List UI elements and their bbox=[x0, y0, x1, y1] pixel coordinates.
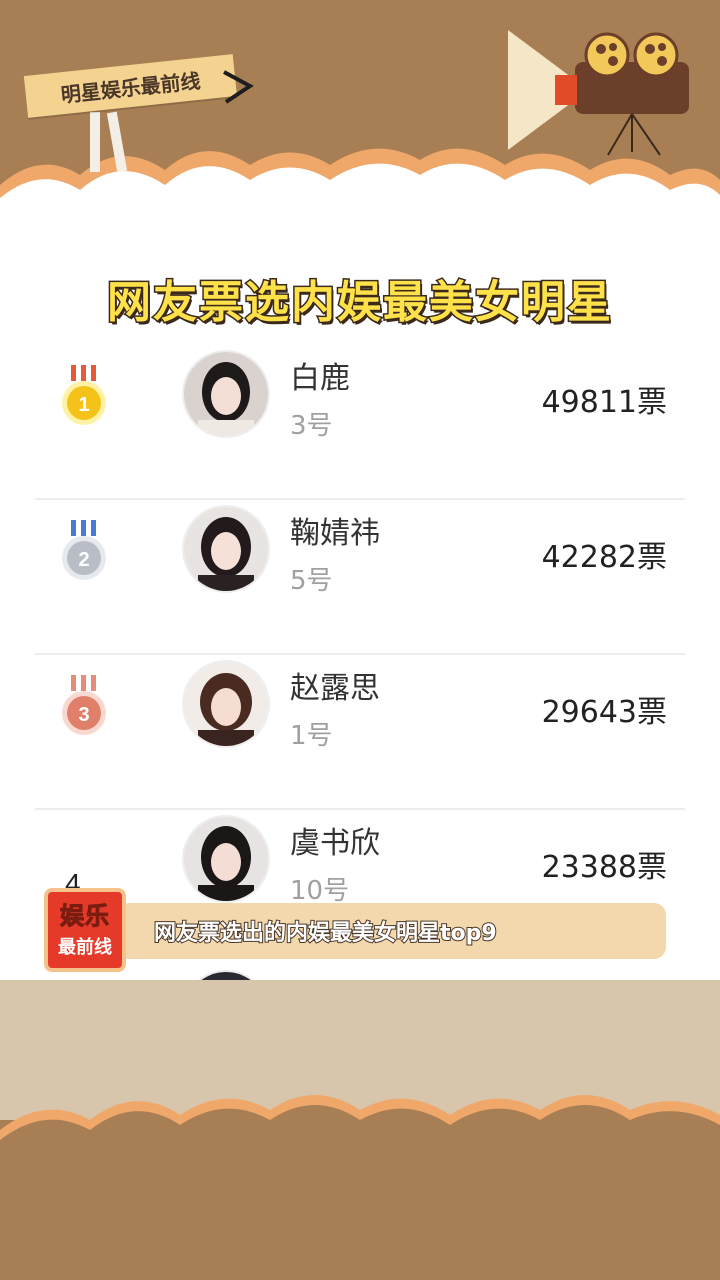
svg-text:2: 2 bbox=[78, 549, 89, 571]
vote-count: 29643票 bbox=[541, 695, 667, 730]
star-name: 鞠婧祎 bbox=[290, 516, 380, 551]
ranking-list: 1 白鹿 3号 49811票 2 鞠婧祎 5号 42282票 3 赵露思 1号 … bbox=[0, 345, 720, 980]
silver-medal-icon: 2 bbox=[62, 520, 106, 580]
page-title: 网友票选内娱最美女明星 bbox=[106, 276, 613, 330]
avatar bbox=[182, 970, 270, 980]
contestant-number: 5号 bbox=[290, 566, 333, 596]
logo-line2: 最前线 bbox=[58, 937, 112, 958]
svg-text:1: 1 bbox=[78, 394, 89, 416]
star-name: 虞书欣 bbox=[290, 826, 380, 861]
channel-logo: 娱乐 最前线 bbox=[44, 888, 126, 972]
svg-text:3: 3 bbox=[78, 704, 89, 726]
logo-line1: 娱乐 bbox=[60, 902, 110, 931]
avatar bbox=[182, 660, 270, 748]
vote-count: 23388票 bbox=[541, 850, 667, 885]
contestant-number: 3号 bbox=[290, 411, 333, 441]
avatar bbox=[182, 350, 270, 438]
caption-bar: 网友票选出的内娱最美女明星top9 bbox=[118, 903, 666, 959]
ranking-row[interactable]: 1 白鹿 3号 49811票 bbox=[35, 345, 685, 500]
gold-medal-icon: 1 bbox=[62, 365, 106, 425]
contestant-number: 1号 bbox=[290, 721, 333, 751]
vote-count: 49811票 bbox=[541, 385, 667, 420]
ranking-row-partial bbox=[35, 965, 685, 980]
chevron-right-icon bbox=[223, 70, 254, 104]
vote-count: 42282票 bbox=[541, 540, 667, 575]
film-projector-icon bbox=[508, 30, 689, 156]
avatar bbox=[182, 815, 270, 903]
sign-pole bbox=[90, 112, 100, 172]
bronze-medal-icon: 3 bbox=[62, 675, 106, 735]
star-name: 白鹿 bbox=[290, 361, 350, 396]
caption-text: 网友票选出的内娱最美女明星top9 bbox=[153, 920, 498, 947]
contestant-number: 10号 bbox=[290, 876, 350, 906]
ranking-row[interactable]: 3 赵露思 1号 29643票 bbox=[35, 655, 685, 810]
channel-sign-label: 明星娱乐最前线 bbox=[59, 68, 202, 107]
star-name: 赵露思 bbox=[290, 671, 380, 706]
avatar bbox=[182, 505, 270, 593]
ranking-row[interactable]: 2 鞠婧祎 5号 42282票 bbox=[35, 500, 685, 655]
